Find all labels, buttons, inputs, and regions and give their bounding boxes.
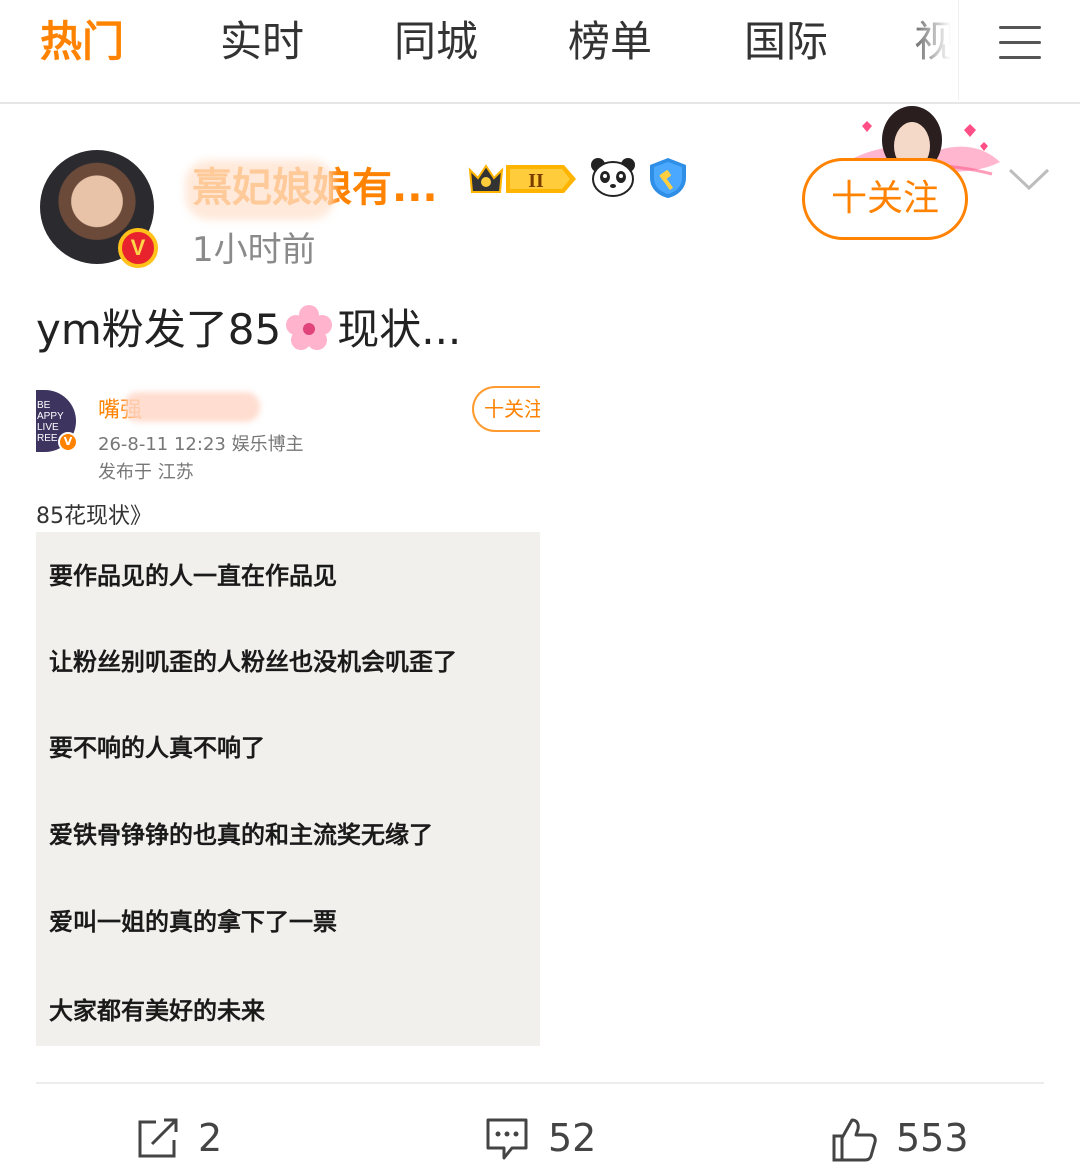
- comment-button[interactable]: 52: [484, 1112, 614, 1168]
- tab-local[interactable]: 同城: [394, 14, 478, 70]
- chevron-down-icon[interactable]: [1006, 160, 1052, 196]
- top-tab-bar: 热门 实时 同城 榜单 国际 视: [0, 0, 1080, 104]
- note-line: 爱铁骨铮铮的也真的和主流奖无缘了: [49, 821, 433, 849]
- embedded-verified-icon: V: [58, 432, 78, 452]
- shield-badge-icon: [650, 158, 686, 198]
- panda-icon: [591, 158, 635, 197]
- share-count: 2: [198, 1116, 223, 1160]
- note-line: 大家都有美好的未来: [49, 997, 265, 1025]
- crown-member-badge-icon: II: [468, 164, 576, 193]
- note-line: 爱叫一姐的真的拿下了一票: [49, 908, 337, 936]
- post-text-start: ym粉发了85: [36, 305, 282, 354]
- embedded-name-blur: [124, 392, 260, 422]
- tab-fade: [900, 0, 960, 100]
- post-time: 1小时前: [192, 230, 316, 270]
- comment-icon: [486, 1118, 528, 1160]
- tab-international[interactable]: 国际: [744, 14, 828, 70]
- tab-hot[interactable]: 热门: [40, 14, 124, 70]
- follow-button[interactable]: 十关注: [802, 158, 968, 240]
- tab-realtime[interactable]: 实时: [220, 14, 304, 70]
- post-text: ym粉发了85 现状...: [36, 296, 461, 357]
- name-blur-overlay: [185, 160, 335, 220]
- verified-badge-icon: V: [118, 228, 158, 268]
- menu-button[interactable]: [958, 0, 1080, 100]
- note-line: 要作品见的人一直在作品见: [49, 562, 337, 590]
- comment-count: 52: [548, 1116, 597, 1160]
- like-button[interactable]: 553: [830, 1112, 980, 1168]
- note-line: 要不响的人真不响了: [49, 734, 265, 762]
- embedded-meta: 26-8-11 12:23 娱乐博主: [98, 434, 304, 455]
- post-text-end: 现状...: [337, 305, 462, 354]
- note-line: 让粉丝别叽歪的人粉丝也没机会叽歪了: [49, 648, 457, 676]
- embedded-caption: 85花现状》: [36, 504, 152, 529]
- action-divider: [36, 1082, 1044, 1084]
- tab-rankings[interactable]: 榜单: [568, 14, 652, 70]
- embedded-crop-edge: [540, 380, 560, 440]
- share-button[interactable]: 2: [136, 1112, 246, 1168]
- embedded-note-image[interactable]: 要作品见的人一直在作品见 让粉丝别叽歪的人粉丝也没机会叽歪了 要不响的人真不响了…: [36, 532, 540, 1046]
- like-count: 553: [896, 1116, 969, 1160]
- like-icon: [832, 1118, 877, 1162]
- share-icon: [138, 1118, 178, 1158]
- member-level-label: II: [528, 170, 544, 192]
- flower-emoji-icon: [286, 305, 333, 350]
- embedded-location: 发布于 江苏: [98, 462, 194, 483]
